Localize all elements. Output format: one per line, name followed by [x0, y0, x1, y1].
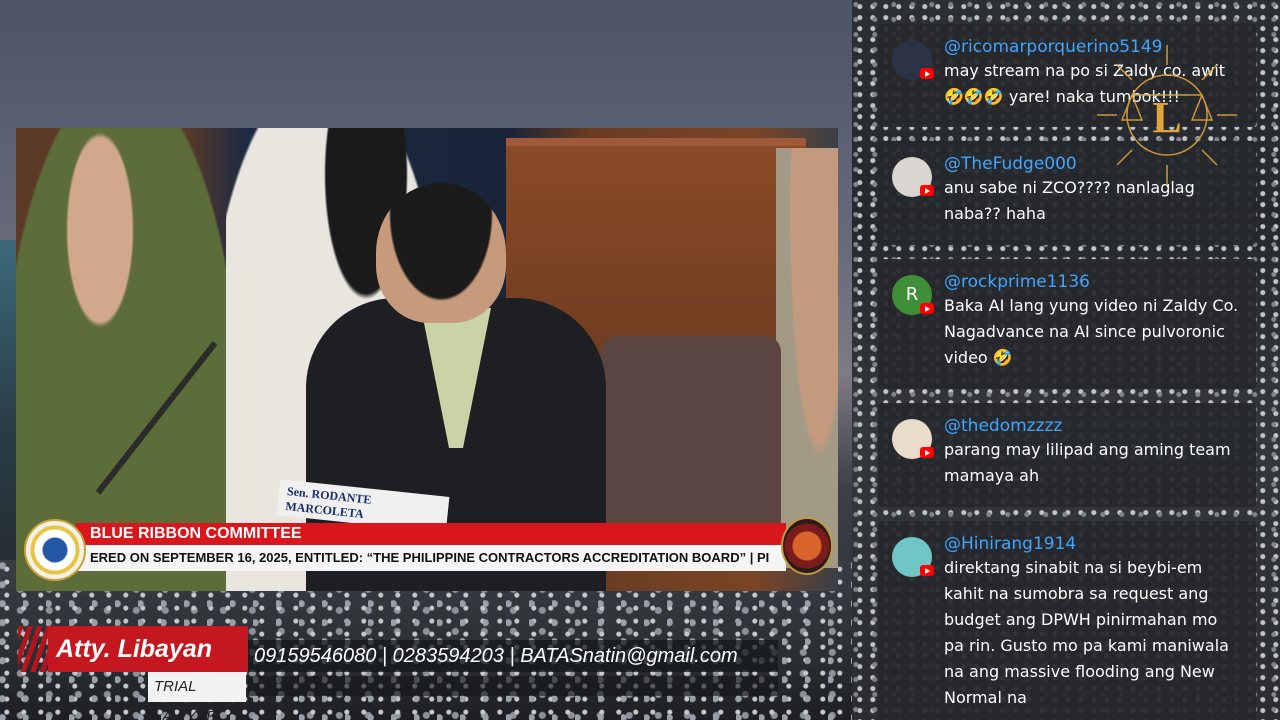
lower-third: BLUE RIBBON COMMITTEE ERED ON SEPTEMBER …: [16, 517, 838, 581]
brand-title: TRIAL LAWYER: [148, 672, 246, 720]
committee-title: BLUE RIBBON COMMITTEE: [76, 523, 786, 545]
chat-text: direktang sinabit na si beybi-em kahit n…: [944, 558, 1229, 707]
youtube-icon: [920, 565, 934, 576]
youtube-icon: [920, 303, 934, 314]
chat-message[interactable]: @Hinirang1914 direktang sinabit na si be…: [878, 521, 1256, 720]
ticker-text: ERED ON SEPTEMBER 16, 2025, ENTITLED: “T…: [76, 545, 786, 571]
chat-username[interactable]: @thedomzzzz: [944, 415, 1242, 437]
brand-name: Atty. Libayan: [48, 626, 248, 672]
chat-text: Baka AI lang yung video ni Zaldy Co. Nag…: [944, 296, 1239, 367]
speaker-head: [376, 183, 506, 323]
chat-username[interactable]: @Hinirang1914: [944, 533, 1242, 555]
senate-seal-icon: [24, 519, 86, 581]
brand-contact: 09159546080 | 0283594203 | BATASnatin@gm…: [248, 640, 778, 672]
chair: [601, 336, 781, 536]
youtube-icon: [920, 185, 934, 196]
video-frame[interactable]: Sen. RODANTE MARCOLETA BLUE RIBBON COMMI…: [16, 128, 838, 591]
chat-text: parang may lilipad ang aming team mamaya…: [944, 440, 1231, 485]
youtube-icon: [920, 68, 934, 79]
law-scales-logo-icon: L: [1097, 45, 1237, 185]
svg-text:L: L: [1152, 93, 1181, 142]
attendee-right: [776, 148, 838, 568]
channel-branding: Atty. Libayan 09159546080 | 0283594203 |…: [16, 626, 786, 720]
brand-underbar: [248, 676, 778, 696]
chat-username[interactable]: @rockprime1136: [944, 271, 1242, 293]
chat-message[interactable]: @thedomzzzz parang may lilipad ang aming…: [878, 403, 1256, 507]
committee-seal-icon: [781, 517, 833, 575]
chat-message[interactable]: R @rockprime1136 Baka AI lang yung video…: [878, 259, 1256, 389]
youtube-icon: [920, 447, 934, 458]
